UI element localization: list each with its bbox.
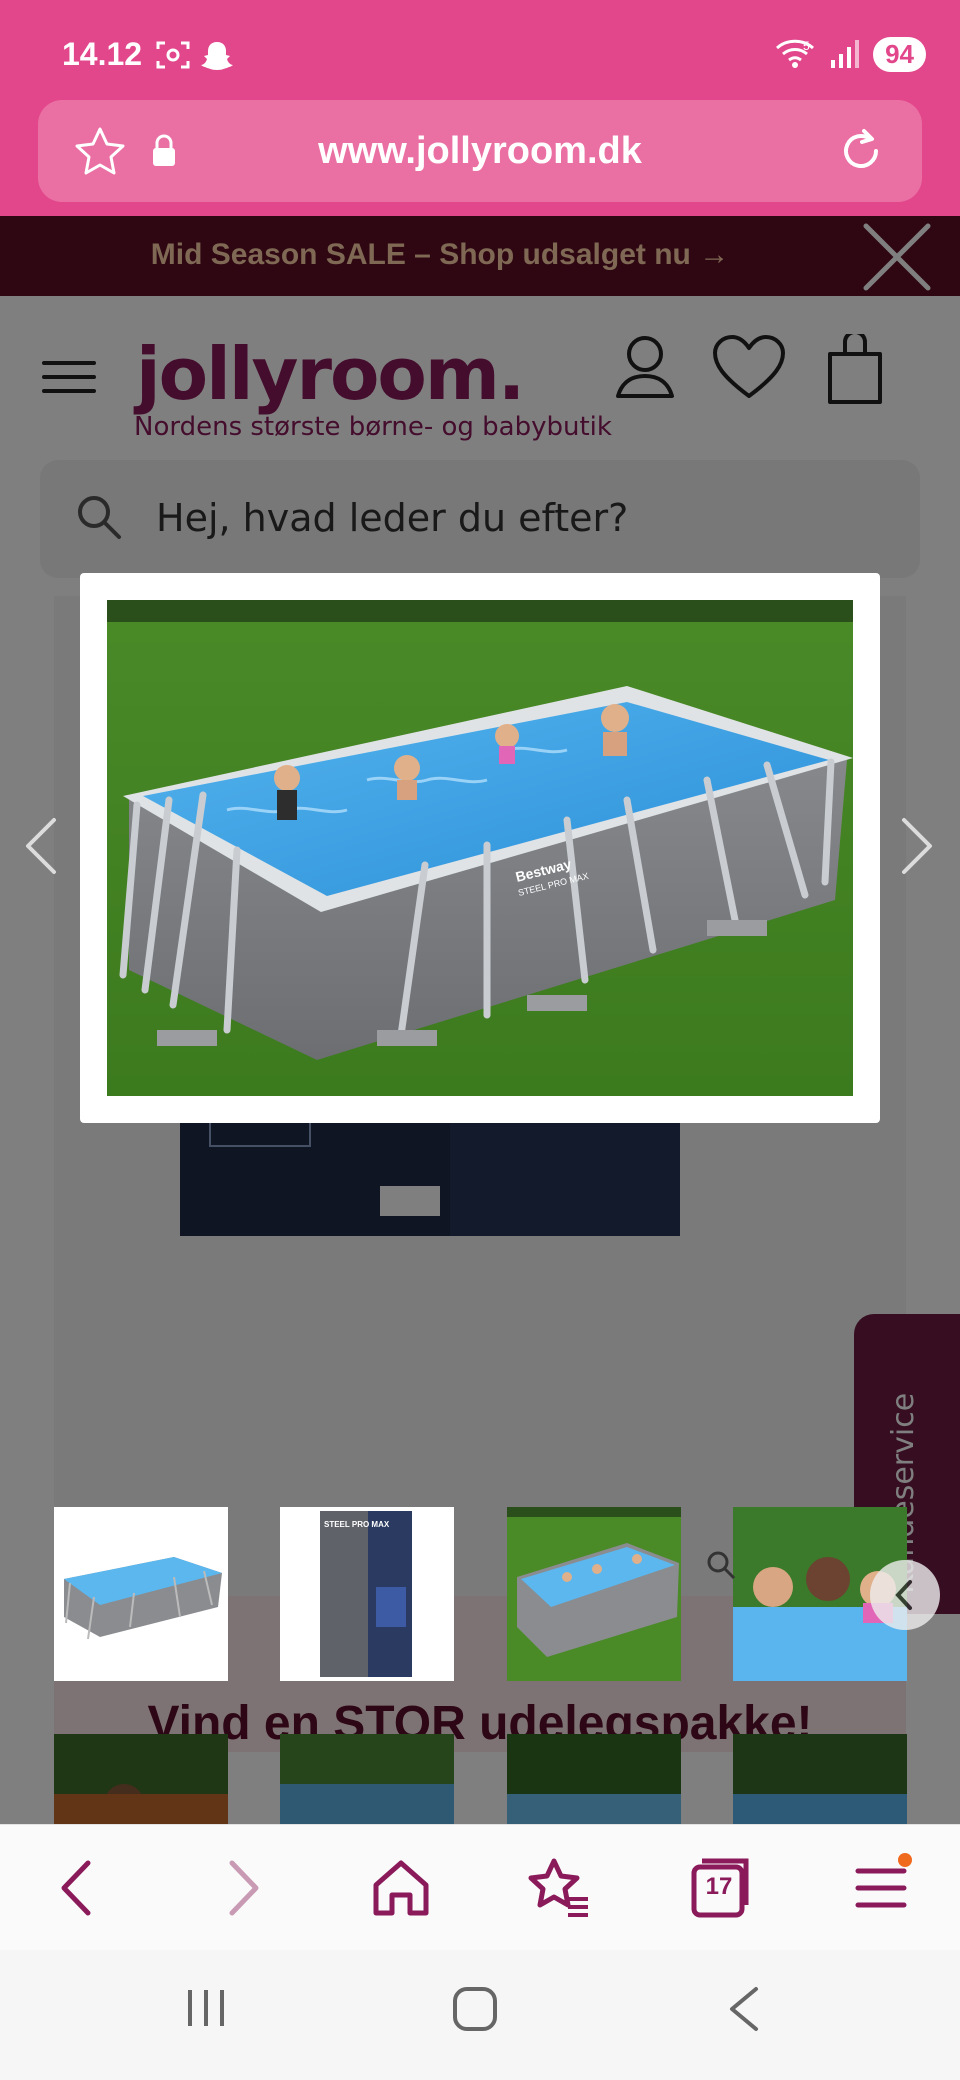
address-bar[interactable]: www.jollyroom.dk — [38, 100, 922, 202]
back-icon[interactable] — [44, 1853, 114, 1923]
screenshot-icon — [156, 41, 190, 69]
chevron-left-icon — [895, 1580, 912, 1610]
recent-apps-icon[interactable] — [186, 1986, 226, 2030]
back-nav-icon[interactable] — [726, 1986, 762, 2032]
pool-product-image: Bestway STEEL PRO MAX — [107, 600, 853, 1096]
gallery-thumb-pool-people[interactable] — [507, 1507, 681, 1681]
status-time: 14.12 — [62, 36, 143, 72]
home-icon[interactable] — [366, 1853, 436, 1923]
status-bar: 14.12 5 94 — [0, 0, 960, 100]
bookmarks-icon[interactable] — [524, 1853, 594, 1923]
snapchat-icon — [201, 42, 233, 70]
lightbox-modal: Bestway STEEL PRO MAX — [80, 573, 880, 1123]
home-nav-icon[interactable] — [452, 1986, 498, 2032]
network-label: 5 — [803, 39, 810, 53]
gallery-thumb-box[interactable]: STEEL PRO MAX — [280, 1507, 454, 1681]
previous-image-chevron-icon[interactable] — [22, 816, 58, 876]
menu-button[interactable] — [846, 1853, 916, 1923]
browser-url-area: www.jollyroom.dk — [0, 100, 960, 216]
chevron-left-circle-icon[interactable] — [870, 1560, 940, 1630]
battery-badge: 94 — [873, 36, 926, 72]
tab-count: 17 — [705, 1873, 733, 1900]
reload-icon[interactable] — [836, 126, 886, 176]
tabs-button[interactable]: 17 — [684, 1853, 754, 1923]
next-image-chevron-icon[interactable] — [900, 816, 936, 876]
notification-dot — [898, 1853, 912, 1867]
forward-icon[interactable] — [206, 1853, 276, 1923]
system-nav-bar — [0, 1950, 960, 2080]
status-right: 5 94 — [775, 34, 926, 74]
zoom-search-icon[interactable] — [706, 1550, 736, 1580]
gallery-thumb-pool[interactable] — [54, 1507, 228, 1681]
browser-toolbar: 17 — [0, 1824, 960, 1950]
box-brand-label: STEEL PRO MAX — [324, 1520, 390, 1529]
signal-icon — [831, 40, 860, 68]
url-text[interactable]: www.jollyroom.dk — [38, 130, 922, 173]
wifi-icon: 5 — [776, 39, 815, 68]
